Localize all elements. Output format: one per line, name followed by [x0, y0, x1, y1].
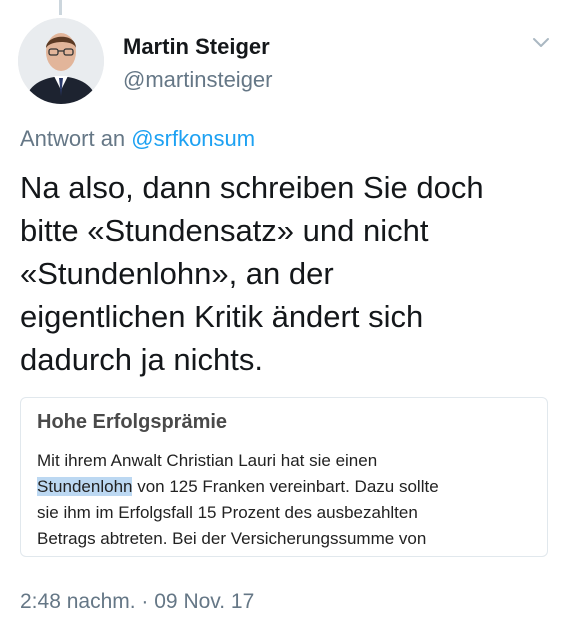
author-handle[interactable]: @martinsteiger	[123, 67, 273, 93]
attached-image-line: Stundenlohn von 125 Franken vereinbart. …	[37, 474, 537, 500]
tweet-text-line: «Stundenlohn», an der	[20, 256, 334, 291]
reply-mention-link[interactable]: @srfkonsum	[131, 126, 255, 151]
attached-image-line: Betrags abtreten. Bei der Versicherungss…	[37, 529, 427, 548]
tweet-text-line: dadurch ja nichts.	[20, 342, 263, 377]
tweet-timestamp[interactable]: 2:48 nachm. · 09 Nov. 17	[20, 590, 254, 614]
avatar[interactable]	[18, 18, 104, 104]
attached-image-card[interactable]: Hohe Erfolgsprämie Mit ihrem Anwalt Chri…	[20, 397, 548, 557]
tweet-text: Na also, dann schreiben Sie doch bitte «…	[20, 166, 555, 381]
tweet-text-line: bitte «Stundensatz» und nicht	[20, 213, 429, 248]
tweet-time: 2:48 nachm.	[20, 590, 136, 613]
tweet-text-line: Na also, dann schreiben Sie doch	[20, 170, 484, 205]
attached-image-line-rest: von 125 Franken vereinbart. Dazu sollte	[132, 477, 439, 496]
attached-image-line: sie ihm im Erfolgsfall 15 Prozent des au…	[37, 503, 418, 522]
reply-context: Antwort an @srfkonsum	[20, 126, 255, 152]
tweet-text-line: eigentlichen Kritik ändert sich	[20, 299, 424, 334]
more-options-button[interactable]	[532, 36, 550, 50]
highlighted-word: Stundenlohn	[37, 477, 133, 496]
author-name[interactable]: Martin Steiger	[123, 34, 270, 60]
chevron-down-icon	[533, 38, 549, 47]
reply-prefix: Antwort an	[20, 126, 126, 151]
timestamp-separator: ·	[135, 590, 155, 613]
avatar-photo-icon	[18, 18, 104, 104]
attached-image-title: Hohe Erfolgsprämie	[37, 411, 228, 433]
tweet-date: 09 Nov. 17	[154, 590, 255, 613]
attached-image-body: Mit ihrem Anwalt Christian Lauri hat sie…	[37, 448, 537, 552]
thread-connector-line	[59, 0, 62, 15]
attached-image-line: Mit ihrem Anwalt Christian Lauri hat sie…	[37, 451, 378, 470]
